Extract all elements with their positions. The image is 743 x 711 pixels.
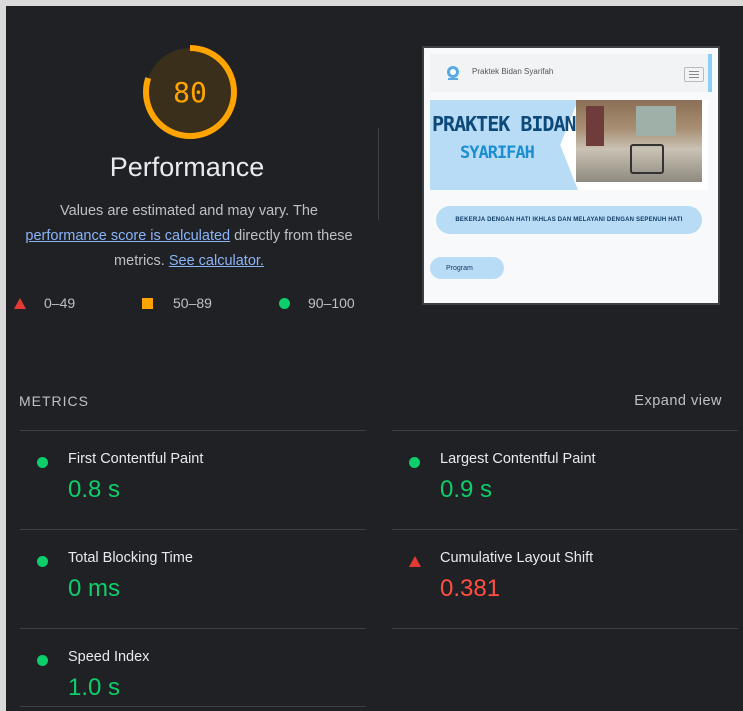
performance-score-link[interactable]: performance score is calculated: [25, 228, 230, 244]
metric-total-blocking-time: Total Blocking Time 0 ms: [20, 530, 360, 620]
metric-cumulative-layout-shift: Cumulative Layout Shift 0.381: [392, 530, 732, 620]
legend-pass-range: 90–100: [308, 295, 355, 311]
description-mid: directly from these: [230, 228, 353, 244]
site-hero: PRAKTEK BIDAN SYARIFAH: [430, 100, 708, 190]
site-header: Praktek Bidan Syarifah: [430, 54, 712, 92]
hero-title-line2: SYARIFAH: [460, 143, 535, 163]
divider: [378, 128, 379, 220]
description-line3: metrics.: [114, 253, 169, 269]
metric-value: 0 ms: [68, 575, 121, 602]
expand-view-button[interactable]: Expand view: [634, 393, 722, 409]
photo-chair: [630, 144, 664, 174]
metric-status-icon: [409, 457, 420, 468]
circle-icon: [279, 297, 290, 309]
hero-title-line1: PRAKTEK BIDAN: [432, 112, 577, 136]
metric-label: Largest Contentful Paint: [440, 451, 596, 467]
divider: [392, 628, 738, 629]
site-name: Praktek Bidan Syarifah: [472, 67, 554, 76]
metric-status-icon: [37, 457, 48, 468]
metric-status-icon: [37, 655, 48, 666]
metric-label: Speed Index: [68, 649, 150, 665]
legend-fail: 0–49: [14, 295, 75, 311]
photo-window: [636, 106, 676, 136]
triangle-icon: [14, 297, 26, 309]
metric-label: First Contentful Paint: [68, 451, 204, 467]
lighthouse-report: 80 Performance Values are estimated and …: [6, 6, 743, 711]
metrics-heading: METRICS: [19, 393, 89, 409]
performance-description: Values are estimated and may vary. The p…: [10, 199, 368, 274]
legend-pass: 90–100: [279, 295, 355, 311]
site-logo-icon: [447, 66, 459, 80]
description-line1: Values are estimated and may vary. The: [60, 203, 318, 219]
metric-label: Cumulative Layout Shift: [440, 550, 594, 566]
square-icon: [142, 297, 153, 309]
photo-door: [586, 106, 604, 146]
site-tagline: BEKERJA DENGAN HATI IKHLAS DAN MELAYANI …: [436, 206, 702, 234]
page-screenshot: Praktek Bidan Syarifah PRAKTEK BIDAN SYA…: [422, 46, 720, 305]
legend-fail-range: 0–49: [44, 295, 76, 311]
see-calculator-link[interactable]: See calculator.: [169, 253, 264, 269]
metric-value: 0.9 s: [440, 476, 493, 503]
metric-value: 1.0 s: [68, 674, 121, 701]
metric-value: 0.381: [440, 575, 501, 602]
metric-label: Total Blocking Time: [68, 550, 193, 566]
metric-status-icon: [37, 556, 48, 567]
metric-largest-contentful-paint: Largest Contentful Paint 0.9 s: [392, 431, 732, 521]
hamburger-menu-icon: [684, 67, 704, 82]
metric-value: 0.8 s: [68, 476, 121, 503]
legend-average-range: 50–89: [173, 295, 212, 311]
metric-status-icon: [409, 556, 421, 567]
legend-average: 50–89: [142, 295, 212, 311]
site-program-button: Program: [430, 257, 504, 279]
performance-score: 80: [173, 75, 207, 109]
performance-title: Performance: [109, 152, 265, 182]
divider: [20, 706, 366, 707]
metric-first-contentful-paint: First Contentful Paint 0.8 s: [20, 431, 360, 521]
hero-photo: [576, 100, 702, 182]
metric-speed-index: Speed Index 1.0 s: [20, 629, 360, 711]
